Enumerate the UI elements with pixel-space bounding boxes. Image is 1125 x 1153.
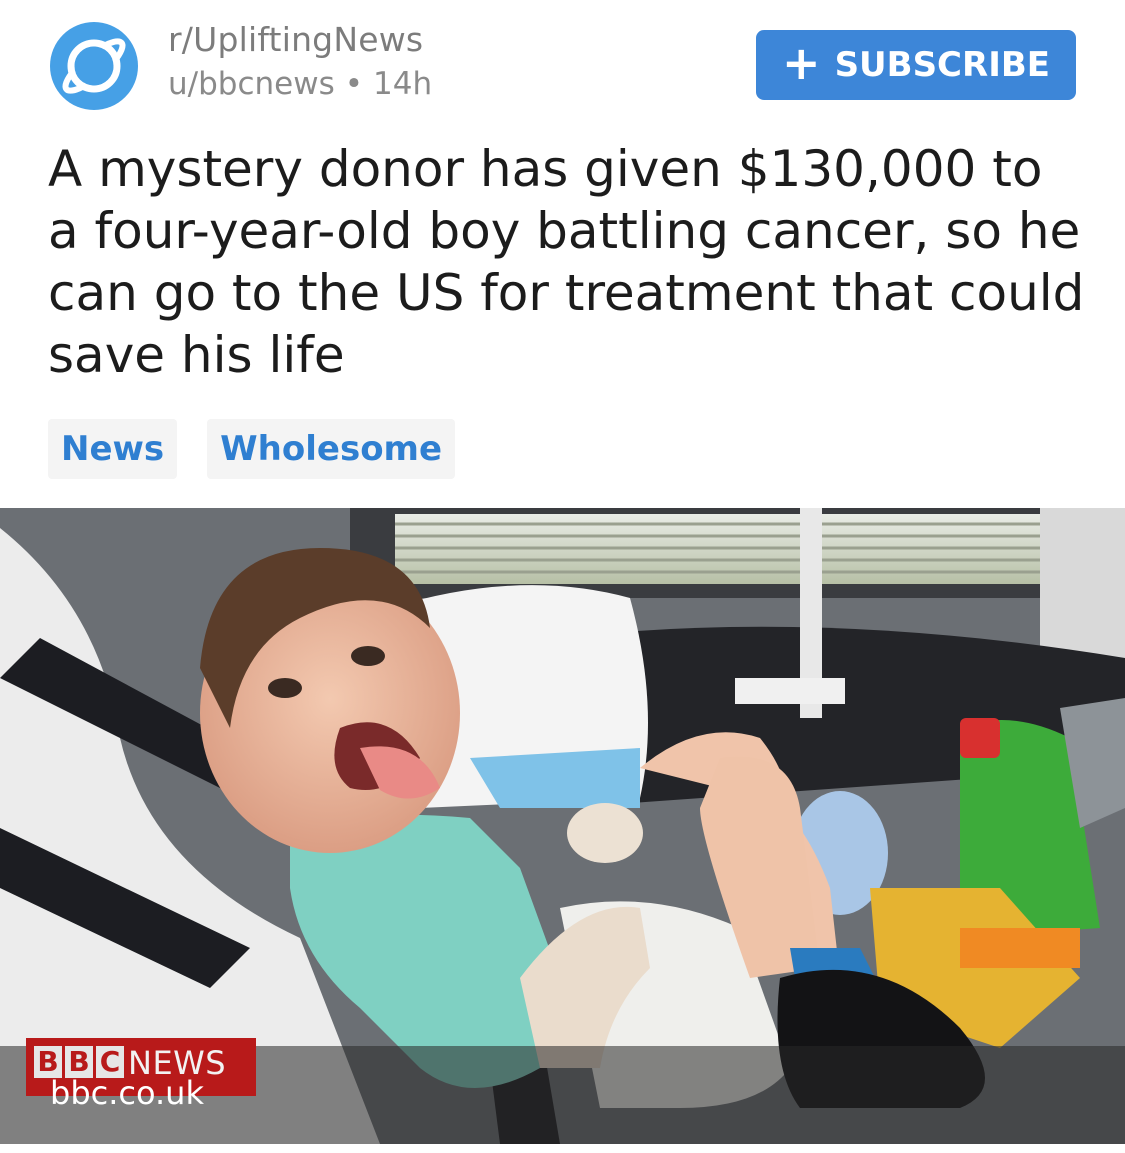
- post-meta: u/bbcnews • 14h: [168, 66, 432, 102]
- subscribe-button[interactable]: + SUBSCRIBE: [756, 30, 1076, 100]
- post-age: 14h: [373, 66, 433, 102]
- subreddit-name[interactable]: r/UpliftingNews: [168, 20, 423, 59]
- post-title[interactable]: A mystery donor has given $130,000 to a …: [48, 138, 1088, 386]
- plus-icon: +: [782, 36, 821, 90]
- planet-icon: [62, 38, 126, 94]
- flair-news[interactable]: News: [48, 419, 178, 479]
- post-header: r/UpliftingNews u/bbcnews • 14h + SUBSCRIB…: [0, 0, 1125, 120]
- author-link[interactable]: u/bbcnews: [168, 66, 335, 102]
- flair-row: News Wholesome: [48, 419, 456, 479]
- meta-separator: •: [344, 66, 364, 102]
- subreddit-avatar[interactable]: [50, 22, 138, 110]
- source-url[interactable]: bbc.co.uk: [50, 1074, 204, 1112]
- subscribe-label: SUBSCRIBE: [834, 45, 1050, 85]
- flair-wholesome[interactable]: Wholesome: [207, 419, 456, 479]
